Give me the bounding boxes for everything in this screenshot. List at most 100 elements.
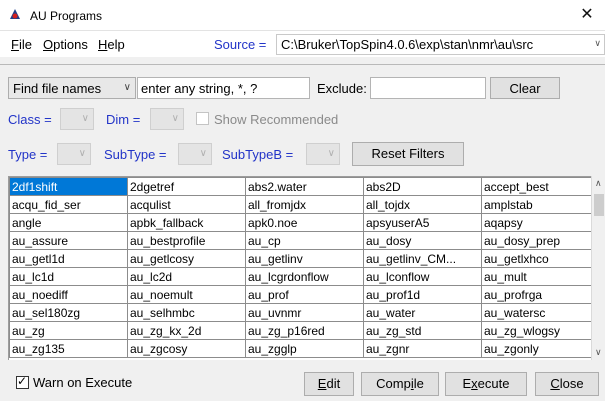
warn-on-execute-label: Warn on Execute xyxy=(33,375,133,390)
menu-help[interactable]: Help xyxy=(98,37,125,52)
chevron-down-icon: ∨ xyxy=(123,82,131,93)
au-program-cell[interactable]: amplstab xyxy=(481,195,600,214)
au-program-cell[interactable]: au_watersc xyxy=(481,303,600,322)
au-program-cell[interactable]: accept_best xyxy=(481,177,600,196)
vertical-scrollbar[interactable]: ∧ ∨ xyxy=(591,176,605,360)
chevron-down-icon: ∨ xyxy=(594,38,601,48)
table-row: acqu_fid_ser acqulist all_fromjdx all_tojdx… xyxy=(9,195,600,214)
au-program-cell[interactable]: au_assure xyxy=(9,231,128,250)
au-program-cell[interactable]: au_prof1d xyxy=(363,285,482,304)
type-label: Type = xyxy=(8,147,48,162)
au-program-cell[interactable]: au_lcgrdonflow xyxy=(245,267,364,286)
table-row: au_noediff au_noemult au_prof au_prof1d au_p… xyxy=(9,285,600,304)
au-program-cell[interactable]: au_zg135 xyxy=(9,339,128,358)
scroll-down-icon[interactable]: ∨ xyxy=(595,347,602,358)
au-program-cell[interactable]: au_zg_p16red xyxy=(245,321,364,340)
au-program-cell[interactable]: au_selhmbc xyxy=(127,303,246,322)
au-program-cell[interactable]: au_prof xyxy=(245,285,364,304)
au-program-cell[interactable]: au_getlinv xyxy=(245,249,364,268)
au-program-cell[interactable]: au_sel180zg xyxy=(9,303,128,322)
show-recommended-checkbox[interactable] xyxy=(196,112,209,125)
close-icon[interactable]: ✕ xyxy=(575,4,599,26)
table-row: angle apbk_fallback apk0.noe apsyuserA5 aqap… xyxy=(9,213,600,232)
chevron-down-icon: ∨ xyxy=(199,148,207,159)
table-row: au_sel180zg au_selhmbc au_uvnmr au_water au_… xyxy=(9,303,600,322)
au-program-cell[interactable]: au_uvnmr xyxy=(245,303,364,322)
source-path-select[interactable]: C:\Bruker\TopSpin4.0.6\exp\stan\nmr\au\s… xyxy=(276,34,605,55)
au-program-cell[interactable]: acqu_fid_ser xyxy=(9,195,128,214)
chevron-down-icon: ∨ xyxy=(171,113,179,124)
au-program-cell[interactable]: au_noemult xyxy=(127,285,246,304)
au-program-cell[interactable]: au_zg_std xyxy=(363,321,482,340)
subtypeb-select[interactable]: ∨ xyxy=(306,143,340,165)
au-program-cell[interactable]: acqulist xyxy=(127,195,246,214)
au-program-cell[interactable]: au_getlinv_CM... xyxy=(363,249,482,268)
scrollbar-thumb[interactable] xyxy=(594,194,604,216)
au-program-cell[interactable]: apsyuserA5 xyxy=(363,213,482,232)
table-row: au_zg135 au_zgcosy au_zgglp au_zgnr au_zgonl… xyxy=(9,339,600,358)
au-program-cell[interactable]: au_zgonly xyxy=(481,339,600,358)
au-program-cell[interactable]: au_dosy xyxy=(363,231,482,250)
au-program-cell[interactable]: all_tojdx xyxy=(363,195,482,214)
source-label: Source = xyxy=(214,37,267,52)
au-program-cell[interactable]: au_lc2d xyxy=(127,267,246,286)
au-program-cell[interactable]: au_water xyxy=(363,303,482,322)
execute-button[interactable]: Execute xyxy=(445,372,527,396)
au-program-cell[interactable]: aqapsy xyxy=(481,213,600,232)
au-program-list: 2df1shift 2dgetref abs2.water abs2D accept_b… xyxy=(8,176,605,360)
au-program-cell[interactable]: au_lc1d xyxy=(9,267,128,286)
reset-filters-button[interactable]: Reset Filters xyxy=(352,142,464,166)
au-program-cell[interactable]: au_bestprofile xyxy=(127,231,246,250)
au-program-cell[interactable]: abs2.water xyxy=(245,177,364,196)
source-path-value: C:\Bruker\TopSpin4.0.6\exp\stan\nmr\au\s… xyxy=(281,37,534,52)
type-select[interactable]: ∨ xyxy=(57,143,91,165)
au-program-cell[interactable]: au_zgnr xyxy=(363,339,482,358)
chevron-down-icon: ∨ xyxy=(81,113,89,124)
au-program-cell[interactable]: 2df1shift xyxy=(9,177,128,196)
au-program-cell[interactable]: au_cp xyxy=(245,231,364,250)
au-program-table: 2df1shift 2dgetref abs2.water abs2D accept_b… xyxy=(9,177,600,358)
au-program-cell[interactable]: au_noediff xyxy=(9,285,128,304)
au-program-cell[interactable]: au_getl1d xyxy=(9,249,128,268)
subtype-select[interactable]: ∨ xyxy=(178,143,212,165)
scroll-up-icon[interactable]: ∧ xyxy=(595,178,602,189)
au-program-cell[interactable]: au_profrga xyxy=(481,285,600,304)
au-program-cell[interactable]: au_getlcosy xyxy=(127,249,246,268)
au-program-cell[interactable]: angle xyxy=(9,213,128,232)
search-input[interactable]: enter any string, *, ? xyxy=(137,77,310,99)
au-program-cell[interactable]: au_lconflow xyxy=(363,267,482,286)
au-program-cell[interactable]: au_mult xyxy=(481,267,600,286)
au-program-cell[interactable]: abs2D xyxy=(363,177,482,196)
menu-options[interactable]: Options xyxy=(43,37,88,52)
menu-file[interactable]: File xyxy=(11,37,32,52)
au-program-cell[interactable]: au_dosy_prep xyxy=(481,231,600,250)
title-bar: AU Programs ✕ xyxy=(0,0,605,31)
clear-button[interactable]: Clear xyxy=(490,77,560,99)
au-program-cell[interactable]: au_zgcosy xyxy=(127,339,246,358)
exclude-input[interactable] xyxy=(370,77,486,99)
au-program-cell[interactable]: 2dgetref xyxy=(127,177,246,196)
divider xyxy=(0,64,605,65)
compile-button[interactable]: Compile xyxy=(361,372,439,396)
table-row: au_assure au_bestprofile au_cp au_dosy au_do… xyxy=(9,231,600,250)
class-select[interactable]: ∨ xyxy=(60,108,94,130)
dim-label: Dim = xyxy=(106,112,141,127)
table-row: 2df1shift 2dgetref abs2.water abs2D accept_b… xyxy=(9,177,600,196)
duke-app-icon xyxy=(10,9,20,19)
au-program-cell[interactable]: apbk_fallback xyxy=(127,213,246,232)
search-mode-select[interactable]: Find file names ∨ xyxy=(8,77,136,99)
warn-on-execute-checkbox[interactable] xyxy=(16,374,29,389)
edit-button[interactable]: Edit xyxy=(304,372,354,396)
show-recommended-label: Show Recommended xyxy=(214,112,339,127)
au-program-cell[interactable]: apk0.noe xyxy=(245,213,364,232)
table-row: au_zg au_zg_kx_2d au_zg_p16red au_zg_std au_… xyxy=(9,321,600,340)
au-program-cell[interactable]: au_zg_wlogsy xyxy=(481,321,600,340)
au-program-cell[interactable]: au_zg_kx_2d xyxy=(127,321,246,340)
au-program-cell[interactable]: au_zg xyxy=(9,321,128,340)
au-program-cell[interactable]: au_zgglp xyxy=(245,339,364,358)
au-program-cell[interactable]: all_fromjdx xyxy=(245,195,364,214)
au-program-cell[interactable]: au_getlxhco xyxy=(481,249,600,268)
window-title: AU Programs xyxy=(30,9,103,23)
close-button[interactable]: Close xyxy=(535,372,599,396)
dim-select[interactable]: ∨ xyxy=(150,108,184,130)
